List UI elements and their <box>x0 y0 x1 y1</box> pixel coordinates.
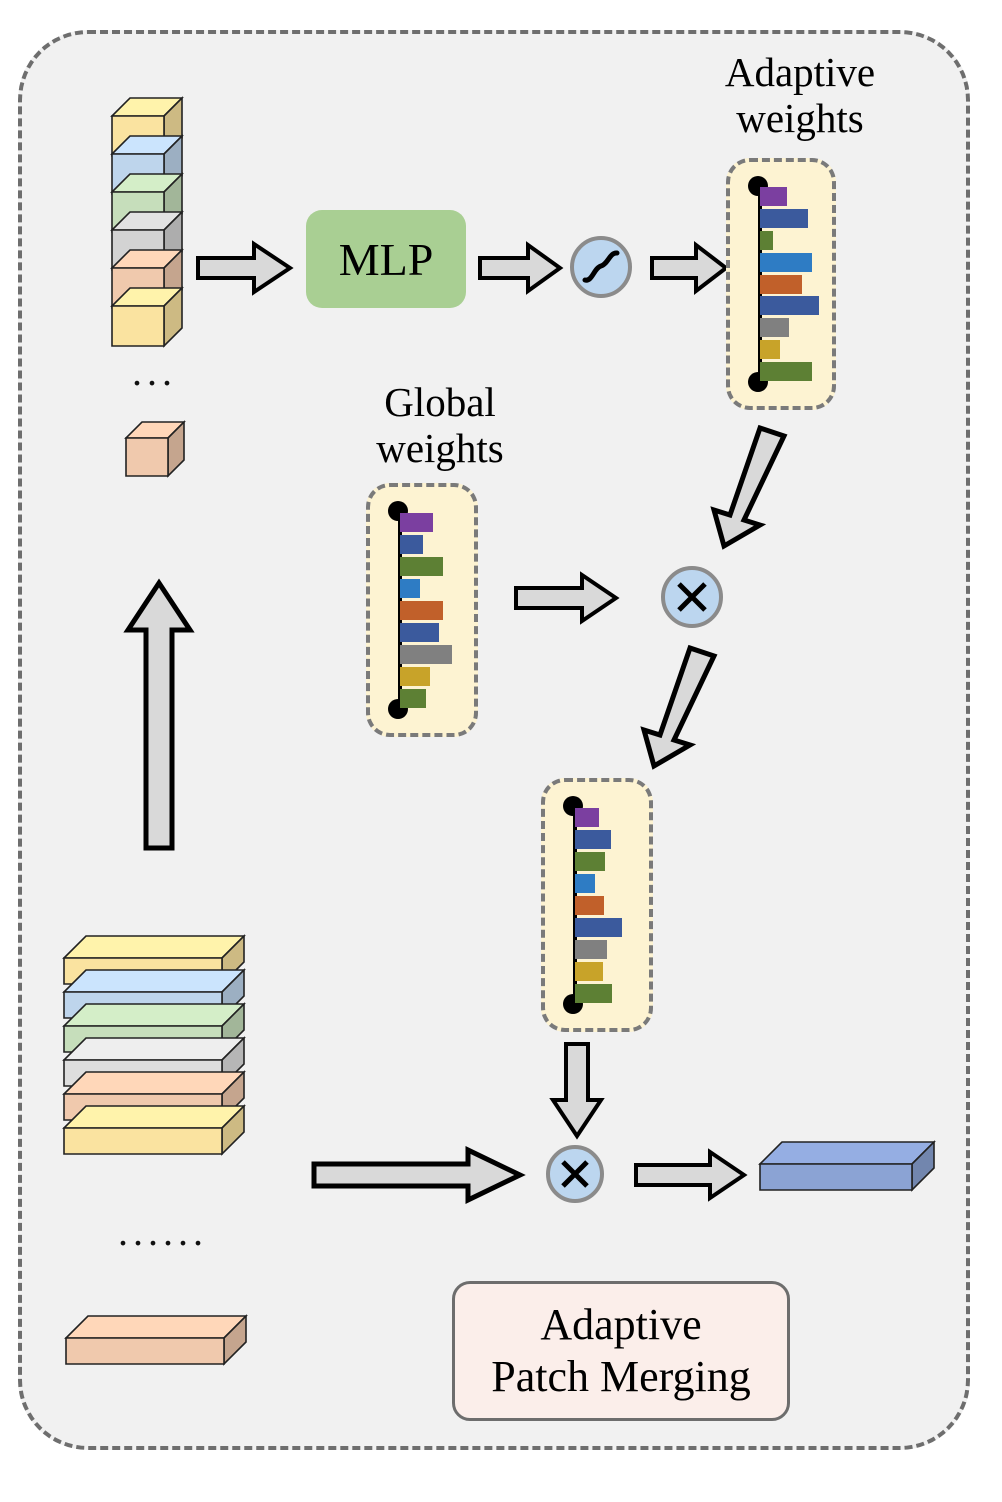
chart-bar <box>575 851 606 871</box>
chart-bar <box>760 230 773 250</box>
chart-bar <box>400 600 444 620</box>
chart-bar <box>400 578 420 598</box>
adaptive-weights-label: Adaptive weights <box>724 49 876 141</box>
arrow-features-up <box>123 578 195 852</box>
chart-bar <box>760 187 787 207</box>
multiply-icon-output <box>546 1145 604 1203</box>
caption-line-1: Adaptive <box>540 1300 702 1350</box>
chart-bar <box>575 939 608 959</box>
diagram-stage: ... MLP Adaptive weights Global weights … <box>0 0 1002 1502</box>
mlp-box[interactable]: MLP <box>306 210 466 308</box>
chart-bar <box>400 622 439 642</box>
mlp-label: MLP <box>338 233 434 285</box>
chart-bar <box>760 318 790 338</box>
arrow-merged-down <box>549 1042 605 1140</box>
arrow-adaptive-to-multiply <box>688 424 800 550</box>
chart-bar <box>575 917 623 937</box>
chart-bar <box>760 209 808 229</box>
chart-bar <box>400 666 431 686</box>
input-token-cubes <box>110 92 210 348</box>
caption-line-2: Patch Merging <box>491 1352 751 1401</box>
arrow-cubes-to-mlp <box>196 240 294 296</box>
chart-bar <box>575 873 595 893</box>
global-weights-panel <box>366 483 478 737</box>
input-feature-slabs <box>62 930 272 1162</box>
chart-bar <box>575 983 612 1003</box>
global-weights-label: Global weights <box>376 379 504 471</box>
ellipsis-large: ...... <box>118 1209 208 1254</box>
ellipsis-small: ... <box>132 349 177 394</box>
chart-bar <box>400 556 444 576</box>
arrow-mlp-to-sigmoid <box>478 241 564 295</box>
adaptive-weights-panel <box>726 158 836 410</box>
merged-output-slab <box>758 1138 954 1208</box>
chart-bar <box>400 512 433 532</box>
chart-bar <box>400 644 452 664</box>
caption-box: Adaptive Patch Merging <box>452 1281 790 1421</box>
merged-weights-panel <box>541 778 653 1032</box>
arrow-sigmoid-to-adaptive <box>650 240 730 296</box>
input-token-cube-trailing <box>124 418 194 484</box>
arrow-slabs-to-multiply <box>311 1146 526 1204</box>
chart-bar <box>400 688 427 708</box>
chart-bar <box>400 534 423 554</box>
arrow-multiply-to-output <box>634 1148 748 1202</box>
chart-bar <box>575 807 599 827</box>
chart-bar <box>575 895 605 915</box>
chart-bar <box>760 361 813 381</box>
input-feature-slab-trailing <box>64 1312 264 1382</box>
chart-bar <box>760 274 803 294</box>
sigmoid-icon <box>570 236 632 298</box>
chart-bar <box>760 296 820 316</box>
chart-bar <box>575 829 611 849</box>
arrow-multiply-to-merged <box>618 644 730 770</box>
chart-bar <box>760 339 781 359</box>
chart-bar <box>575 961 604 981</box>
multiply-icon-weights <box>661 566 723 628</box>
chart-bar <box>760 252 813 272</box>
arrow-global-to-multiply <box>514 571 620 625</box>
